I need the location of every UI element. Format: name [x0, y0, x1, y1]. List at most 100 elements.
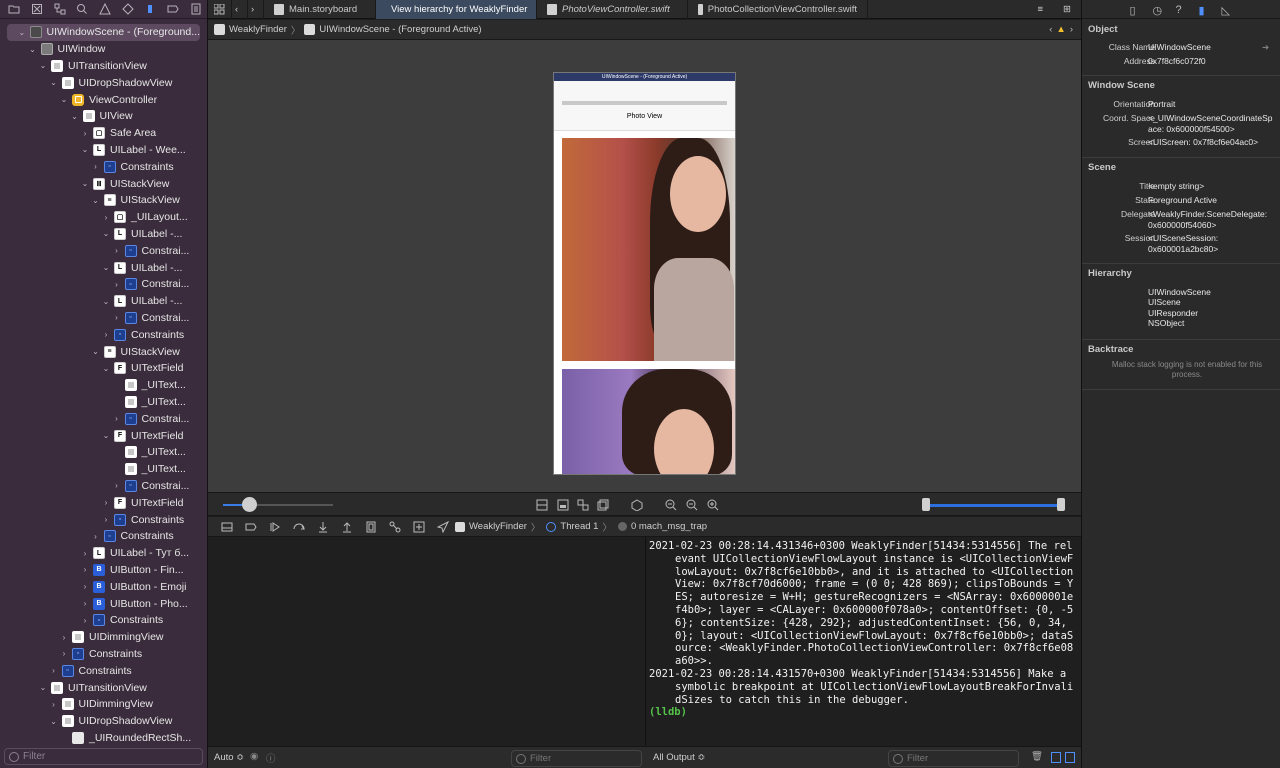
- tree-row[interactable]: › ▢ Safe Area: [0, 125, 207, 142]
- disclosure-open-icon[interactable]: ⌄: [80, 179, 90, 188]
- disclosure-closed-icon[interactable]: ›: [101, 515, 111, 524]
- disclosure-closed-icon[interactable]: ›: [112, 246, 122, 255]
- range-start-knob[interactable]: [922, 498, 930, 511]
- tree-row[interactable]: › ▫ Constrai...: [0, 310, 207, 327]
- variables-view[interactable]: [208, 537, 646, 746]
- back-icon[interactable]: ‹: [232, 0, 248, 19]
- tree-row[interactable]: ⌄ F UITextField: [0, 427, 207, 444]
- disclosure-closed-icon[interactable]: ›: [112, 280, 122, 289]
- environment-overrides-icon[interactable]: [407, 521, 431, 533]
- tree-row[interactable]: ⌄ UITransitionView: [0, 679, 207, 696]
- clip-content-icon[interactable]: [536, 499, 548, 511]
- tree-row[interactable]: _UIText...: [0, 461, 207, 478]
- tree-row[interactable]: › ▫ Constrai...: [0, 242, 207, 259]
- add-editor-icon[interactable]: ⊞: [1053, 0, 1081, 19]
- forward-icon[interactable]: ›: [248, 0, 264, 19]
- disclosure-closed-icon[interactable]: ›: [101, 330, 111, 339]
- zoom-in-icon[interactable]: [707, 499, 719, 511]
- tree-row[interactable]: ⌄ UITransitionView: [0, 58, 207, 75]
- eye-icon[interactable]: ◉: [250, 751, 258, 762]
- help-inspector-icon[interactable]: ?: [1176, 4, 1187, 16]
- memory-graph-icon[interactable]: [383, 521, 407, 533]
- spacing-slider[interactable]: [223, 504, 333, 506]
- tree-row[interactable]: › ▢ _UILayout...: [0, 209, 207, 226]
- disclosure-closed-icon[interactable]: ›: [59, 633, 69, 642]
- step-over-icon[interactable]: [287, 521, 311, 533]
- debug-crumb-frame[interactable]: 0 mach_msg_trap: [617, 521, 707, 532]
- tree-row[interactable]: ⌄ Ⅲ UIStackView: [0, 175, 207, 192]
- disclosure-open-icon[interactable]: ⌄: [38, 61, 48, 70]
- show-constraints-icon[interactable]: [557, 499, 569, 511]
- tree-row[interactable]: › UIDimmingView: [0, 696, 207, 713]
- disclosure-open-icon[interactable]: ⌄: [101, 364, 111, 373]
- warning-icon[interactable]: ▲: [1056, 24, 1065, 35]
- console-filter-field[interactable]: Filter: [888, 750, 1019, 767]
- zoom-out-icon[interactable]: [665, 499, 677, 511]
- disclosure-open-icon[interactable]: ⌄: [70, 112, 80, 121]
- disclosure-open-icon[interactable]: ⌄: [28, 45, 38, 54]
- tree-row[interactable]: › B UIButton - Pho...: [0, 595, 207, 612]
- step-into-icon[interactable]: [311, 521, 335, 533]
- show-console-icon[interactable]: [1065, 752, 1075, 763]
- tree-row[interactable]: ⌄ ViewController: [0, 91, 207, 108]
- tab-photo-view-controller[interactable]: PhotoViewController.swift: [537, 0, 688, 19]
- test-icon[interactable]: [116, 0, 139, 19]
- tree-row[interactable]: ⌄ L UILabel -...: [0, 259, 207, 276]
- tree-row[interactable]: › UIDimmingView: [0, 629, 207, 646]
- jumpbar-scene[interactable]: UIWindowScene - (Foreground Active): [319, 24, 481, 35]
- tree-row[interactable]: ⌄ UIDropShadowView: [0, 713, 207, 730]
- tree-row[interactable]: ⌄ ≡ UIStackView: [0, 192, 207, 209]
- disclosure-closed-icon[interactable]: ›: [91, 532, 101, 541]
- file-inspector-icon[interactable]: ▯: [1130, 4, 1141, 17]
- visible-range-slider[interactable]: [926, 504, 1063, 507]
- tree-row[interactable]: › ▫ Constrai...: [0, 276, 207, 293]
- tree-row[interactable]: › B UIButton - Emoji: [0, 578, 207, 595]
- editor-options-icon[interactable]: ≡: [1027, 0, 1053, 19]
- adjust-view-mode-icon[interactable]: [577, 499, 589, 511]
- disclosure-open-icon[interactable]: ⌄: [80, 145, 90, 154]
- tree-row[interactable]: _UIText...: [0, 394, 207, 411]
- tree-row[interactable]: › ▫ Constraints: [0, 326, 207, 343]
- report-icon[interactable]: [184, 0, 207, 19]
- source-control-icon[interactable]: [26, 0, 49, 19]
- photo-cell-1[interactable]: [562, 138, 735, 361]
- orient-3d-icon[interactable]: [631, 499, 643, 512]
- disclosure-open-icon[interactable]: ⌄: [91, 196, 101, 205]
- next-issue-icon[interactable]: ›: [1070, 24, 1073, 35]
- tree-row[interactable]: › ▫ Constraints: [0, 158, 207, 175]
- tree-row[interactable]: ⌄ UIWindow: [0, 41, 207, 58]
- disclosure-closed-icon[interactable]: ›: [80, 582, 90, 591]
- tree-row[interactable]: › L UILabel - Тут б...: [0, 545, 207, 562]
- disclosure-closed-icon[interactable]: ›: [59, 649, 69, 658]
- tree-row[interactable]: ⌄ UIDropShadowView: [0, 74, 207, 91]
- object-inspector-icon[interactable]: ▮: [1199, 4, 1210, 17]
- breakpoints-toggle-icon[interactable]: [239, 521, 263, 533]
- show-variables-icon[interactable]: [1051, 752, 1061, 763]
- debug-crumb-thread[interactable]: Thread 1 〉: [546, 520, 612, 534]
- step-out-icon[interactable]: [335, 521, 359, 533]
- disclosure-open-icon[interactable]: ⌄: [101, 229, 111, 238]
- disclosure-closed-icon[interactable]: ›: [112, 313, 122, 322]
- lldb-prompt[interactable]: (lldb): [649, 706, 1075, 719]
- disclosure-closed-icon[interactable]: ›: [101, 498, 111, 507]
- disclosure-open-icon[interactable]: ⌄: [101, 431, 111, 440]
- issue-icon[interactable]: [94, 0, 117, 19]
- continue-icon[interactable]: [263, 521, 287, 533]
- orient-icon[interactable]: [597, 499, 609, 511]
- tree-row[interactable]: ⌄ L UILabel -...: [0, 226, 207, 243]
- tab-view-hierarchy[interactable]: View hierarchy for WeaklyFinder: [376, 0, 537, 19]
- auto-variables-popup[interactable]: Auto ≎: [214, 752, 244, 763]
- device-preview[interactable]: UIWindowScene - (Foreground Active) Phot…: [553, 72, 736, 475]
- zoom-actual-icon[interactable]: [686, 499, 698, 511]
- previous-issue-icon[interactable]: ‹: [1049, 24, 1052, 35]
- photo-cell-2[interactable]: [562, 369, 735, 474]
- tab-photo-collection-view-controller[interactable]: PhotoCollectionViewController.swift: [688, 0, 868, 19]
- disclosure-closed-icon[interactable]: ›: [80, 129, 90, 138]
- disclosure-open-icon[interactable]: ⌄: [17, 28, 27, 37]
- breakpoint-icon[interactable]: [162, 0, 185, 19]
- info-icon[interactable]: ⓘ: [266, 751, 276, 765]
- hide-debug-area-icon[interactable]: [215, 521, 239, 533]
- debug-console[interactable]: 2021-02-23 00:28:14.431346+0300 WeaklyFi…: [647, 537, 1081, 746]
- output-popup[interactable]: All Output ≎: [653, 752, 705, 763]
- device-navigation-bar[interactable]: Photo View: [554, 81, 735, 131]
